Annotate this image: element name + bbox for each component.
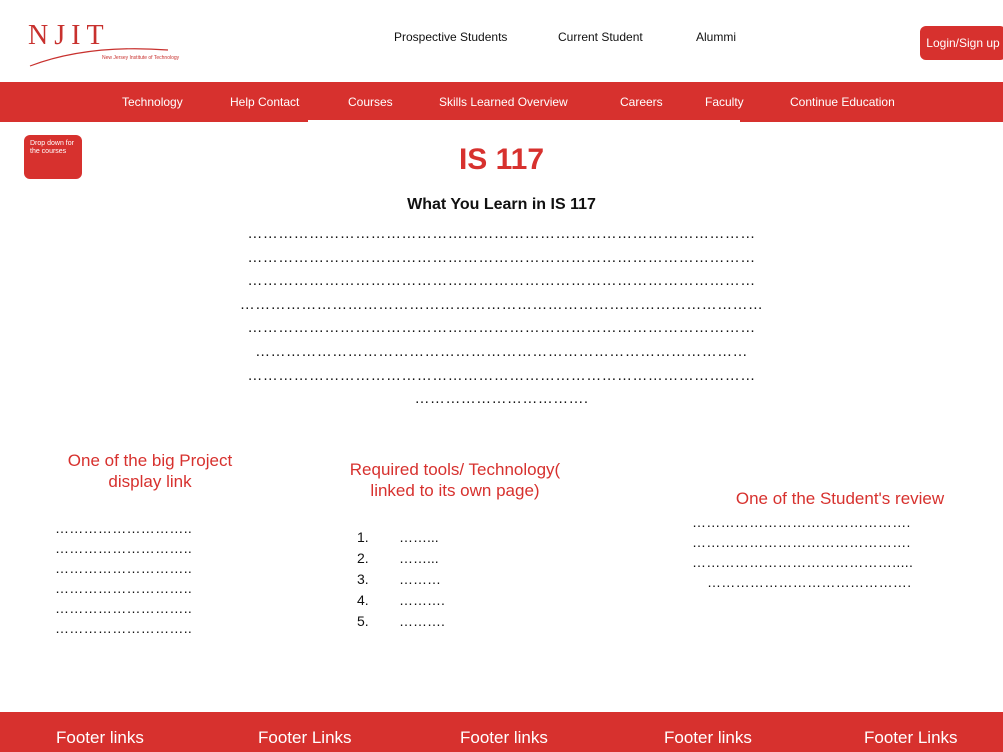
tools-list-item[interactable]: 5. ………. bbox=[357, 611, 445, 632]
main-nav-bar: Technology Help Contact Courses Skills L… bbox=[0, 82, 1003, 122]
project-line: ……………………….. bbox=[55, 600, 193, 616]
nav-item-courses[interactable]: Courses bbox=[348, 95, 393, 109]
tools-item-text: ……... bbox=[399, 550, 439, 566]
tools-list-item[interactable]: 1. ……... bbox=[357, 527, 445, 548]
description-line: ……………………………………………………………………………………… bbox=[247, 366, 756, 384]
tools-item-number: 3. bbox=[357, 571, 369, 587]
student-review-text: ………………………………………. ………………………………………. ………………… bbox=[692, 512, 913, 592]
nav-current-student[interactable]: Current Student bbox=[558, 30, 643, 44]
tools-item-number: 5. bbox=[357, 613, 369, 629]
review-line: ……………………………………..... bbox=[692, 554, 914, 570]
project-description: ……………………….. ……………………….. ……………………….. …………… bbox=[55, 518, 192, 638]
footer-link[interactable]: Footer Links bbox=[258, 728, 352, 748]
footer-link[interactable]: Footer links bbox=[56, 728, 144, 748]
tools-item-number: 4. bbox=[357, 592, 369, 608]
nav-item-technology[interactable]: Technology bbox=[122, 95, 183, 109]
nav-item-help-contact[interactable]: Help Contact bbox=[230, 95, 299, 109]
nav-item-continue-education[interactable]: Continue Education bbox=[790, 95, 895, 109]
tools-item-text: ………. bbox=[399, 613, 445, 629]
footer-link[interactable]: Footer links bbox=[664, 728, 752, 748]
tools-list-item[interactable]: 4. ………. bbox=[357, 590, 445, 611]
description-line: ……………………………………………………………………………………… bbox=[247, 319, 756, 337]
tools-item-text: ……… bbox=[399, 571, 441, 587]
project-display-link[interactable]: One of the big Project display link bbox=[40, 450, 260, 492]
nav-active-underline bbox=[308, 120, 740, 122]
tools-list: 1. ……... 2. ……... 3. ……… 4. ………. 5. ………. bbox=[357, 527, 445, 632]
footer-link[interactable]: Footer Links bbox=[864, 728, 958, 748]
project-line: ……………………….. bbox=[55, 620, 193, 636]
student-review-heading: One of the Student's review bbox=[735, 489, 945, 508]
nav-prospective-students[interactable]: Prospective Students bbox=[394, 30, 507, 44]
nav-item-skills-learned-overview[interactable]: Skills Learned Overview bbox=[439, 95, 568, 109]
description-line: ……………………………………………………………………………………… bbox=[247, 225, 756, 242]
nav-item-faculty[interactable]: Faculty bbox=[705, 95, 744, 109]
nav-item-careers[interactable]: Careers bbox=[620, 95, 663, 109]
page-subtitle: What You Learn in IS 117 bbox=[407, 196, 596, 213]
description-line: ……………………………………………………………………………………… bbox=[247, 272, 756, 290]
njit-logo[interactable]: NJIT New Jersey Institute of Technology bbox=[28, 22, 180, 70]
review-line: ………………………………………. bbox=[692, 534, 911, 550]
tools-list-item[interactable]: 3. ……… bbox=[357, 569, 445, 590]
logo-subtitle: New Jersey Institute of Technology bbox=[102, 55, 180, 61]
description-line: …………………………………………………………………………………… bbox=[255, 342, 748, 360]
required-tools-link[interactable]: Required tools/ Technology( linked to it… bbox=[330, 459, 580, 501]
tools-item-number: 1. bbox=[357, 529, 369, 545]
tools-item-text: ………. bbox=[399, 592, 445, 608]
review-line: ………………………………………. bbox=[692, 514, 911, 530]
project-line: ……………………….. bbox=[55, 540, 193, 556]
description-line: ……………………………………………………………………………………… bbox=[247, 248, 756, 266]
review-line: ……………………………………. bbox=[707, 574, 912, 590]
tools-item-number: 2. bbox=[357, 550, 369, 566]
tools-item-text: ……... bbox=[399, 529, 439, 545]
page-title: IS 117 bbox=[458, 143, 545, 176]
description-line: ………………………………………………………………………………………… bbox=[239, 295, 764, 313]
project-line: ……………………….. bbox=[55, 560, 193, 576]
description-line: ……………………………. bbox=[414, 390, 589, 408]
login-signup-button[interactable]: Login/Sign up bbox=[920, 26, 1003, 60]
nav-alumni[interactable]: Alummi bbox=[696, 30, 736, 44]
project-line: ……………………….. bbox=[55, 520, 193, 536]
footer-bar: Footer links Footer Links Footer links F… bbox=[0, 712, 1003, 752]
tools-list-item[interactable]: 2. ……... bbox=[357, 548, 445, 569]
course-description: ……………………………………………………………………………………… ………………… bbox=[0, 222, 1003, 411]
footer-link[interactable]: Footer links bbox=[460, 728, 548, 748]
project-line: ……………………….. bbox=[55, 580, 193, 596]
